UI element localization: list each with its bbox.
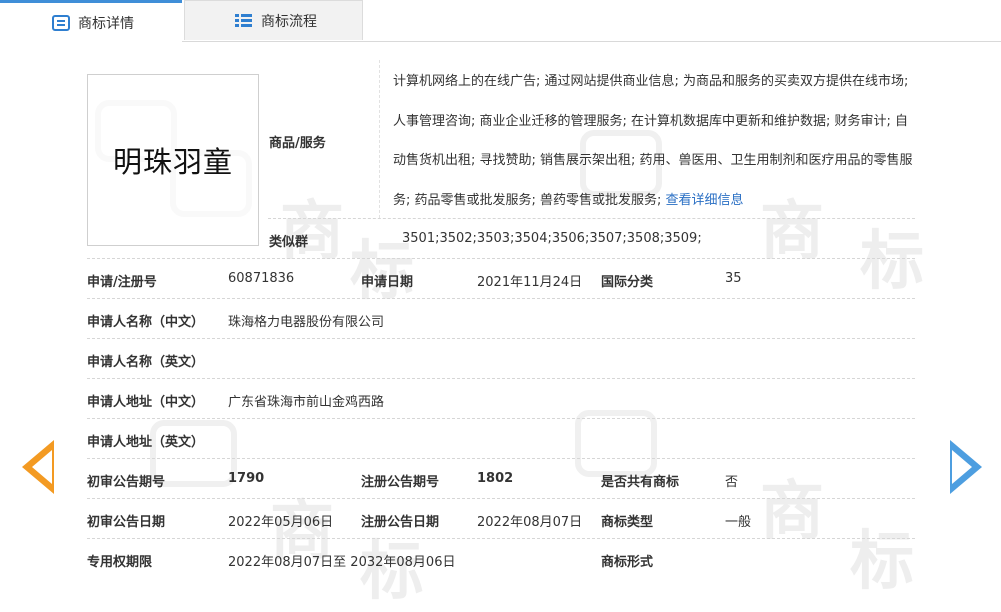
trademark-image: 明珠羽童	[87, 74, 259, 246]
prelim-date-value: 2022年05月06日	[228, 515, 334, 530]
tm-type-value: 一般	[725, 515, 752, 530]
address-cn-value: 广东省珠海市前山金鸡西路	[228, 395, 385, 410]
apply-date-label: 申请日期	[361, 275, 414, 290]
applicant-cn-value: 珠海格力电器股份有限公司	[228, 315, 385, 330]
tab-trademark-detail[interactable]: 商标详情	[0, 0, 182, 42]
address-en-label: 申请人地址（英文）	[87, 435, 205, 450]
goods-services-text: 计算机网络上的在线广告; 通过网站提供商业信息; 为商品和服务的买卖双方提供在线…	[393, 74, 913, 208]
next-arrow-icon[interactable]	[950, 440, 982, 494]
tab-label: 商标流程	[261, 13, 317, 30]
reg-no-label: 申请/注册号	[87, 275, 157, 290]
intl-class-label: 国际分类	[601, 275, 654, 290]
tab-label: 商标详情	[78, 15, 134, 32]
goods-services-value: 计算机网络上的在线广告; 通过网站提供商业信息; 为商品和服务的买卖双方提供在线…	[393, 62, 920, 220]
view-details-link[interactable]: 查看详细信息	[666, 193, 744, 208]
reg-pub-no-label: 注册公告期号	[361, 475, 440, 490]
prelim-no-label: 初审公告期号	[87, 475, 166, 490]
intl-class-value: 35	[725, 271, 742, 286]
shared-label: 是否共有商标	[601, 475, 680, 490]
applicant-cn-label: 申请人名称（中文）	[87, 315, 205, 330]
tm-form-label: 商标形式	[601, 555, 654, 570]
prelim-date-label: 初审公告日期	[87, 515, 166, 530]
tm-type-label: 商标类型	[601, 515, 654, 530]
trademark-name: 明珠羽童	[112, 145, 233, 179]
previous-arrow-icon[interactable]	[22, 440, 54, 494]
address-cn-label: 申请人地址（中文）	[87, 395, 205, 410]
prelim-no-value: 1790	[228, 471, 265, 486]
tab-bar: 商标详情 商标流程	[0, 0, 1001, 42]
tab-trademark-process[interactable]: 商标流程	[184, 0, 363, 40]
similar-group-label: 类似群	[269, 235, 309, 250]
validity-value: 2022年08月07日至 2032年08月06日	[228, 555, 456, 570]
reg-no-value: 60871836	[228, 271, 295, 286]
similar-group-value: 3501;3502;3503;3504;3506;3507;3508;3509;	[402, 231, 702, 246]
reg-pub-no-value: 1802	[477, 471, 514, 486]
list-icon	[235, 13, 253, 29]
validity-label: 专用权期限	[87, 555, 153, 570]
goods-services-label: 商品/服务	[269, 136, 326, 151]
document-icon	[52, 14, 70, 31]
apply-date-value: 2021年11月24日	[477, 275, 583, 290]
shared-value: 否	[725, 475, 739, 490]
applicant-en-label: 申请人名称（英文）	[87, 355, 205, 370]
reg-pub-date-label: 注册公告日期	[361, 515, 440, 530]
reg-pub-date-value: 2022年08月07日	[477, 515, 583, 530]
